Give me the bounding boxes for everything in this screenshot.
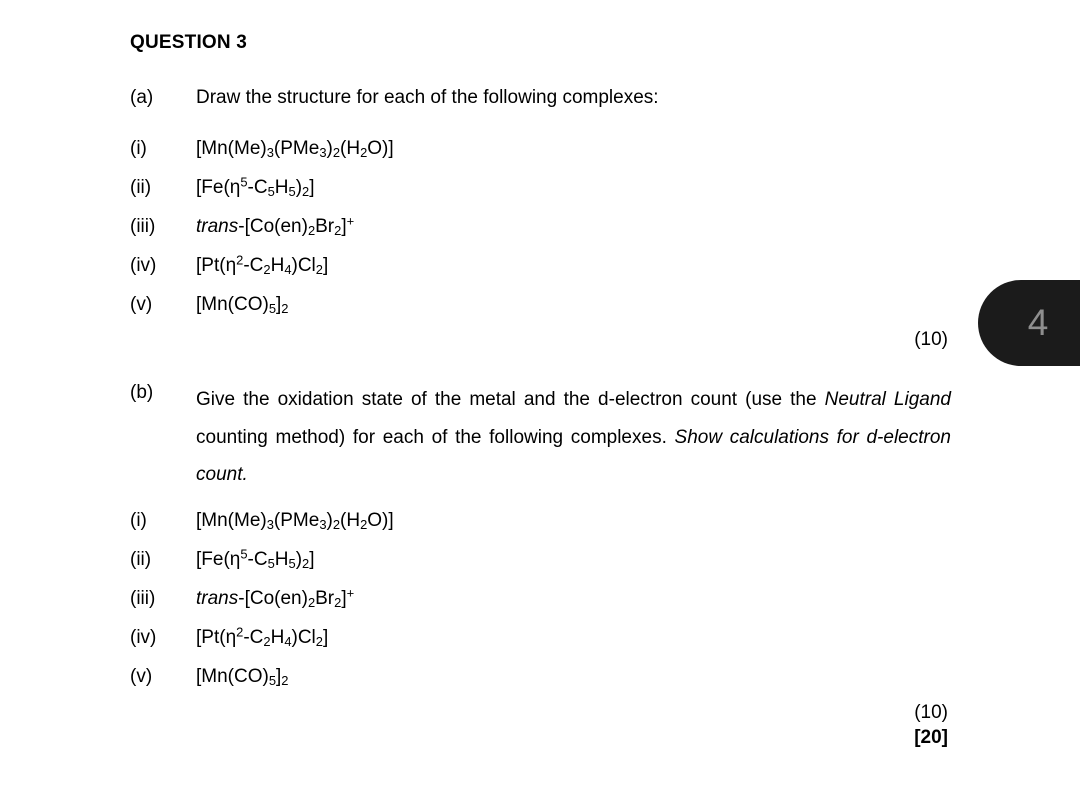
part-b-formula-item: (iii) trans-[Co(en)2Br2]+ <box>130 585 355 610</box>
part-b-formula-item: (iv) [Pt(η2-C2H4)Cl2] <box>130 624 329 649</box>
part-b-formula-item-marker: (i) <box>130 510 147 531</box>
part-b-marker: (b) <box>130 382 154 403</box>
part-b-formula-item-marker: (v) <box>130 666 153 687</box>
part-b-prompt-row: (b) Give the oxidation state of the meta… <box>130 381 960 494</box>
exam-page: QUESTION 3 (a) Draw the structure for ea… <box>0 0 1080 791</box>
part-b-text-run: Give the oxidation state of the metal an… <box>196 389 825 410</box>
part-b-formula-item: (ii) [Fe(η5-C5H5)2] <box>130 546 315 571</box>
part-b-formula-item-formula: [Mn(CO)5]2 <box>196 666 289 688</box>
page-number-label: 4 <box>1027 301 1049 343</box>
part-a-formula-item-formula: [Pt(η2-C2H4)Cl2] <box>196 252 329 277</box>
part-a-formula-item: (iii) trans-[Co(en)2Br2]+ <box>130 213 355 238</box>
part-a-formula-item: (v) [Mn(CO)5]2 <box>130 294 288 316</box>
part-b-formula-item: (i) [Mn(Me)3(PMe3)2(H2O)] <box>130 510 394 532</box>
page-number-tab: 4 <box>978 280 1080 366</box>
part-a-formula-item-marker: (ii) <box>130 177 152 198</box>
part-b-marks: (10) <box>914 702 948 723</box>
part-b-formula-item-marker: (ii) <box>130 549 152 570</box>
part-b-formula-item-formula: trans-[Co(en)2Br2]+ <box>196 585 355 610</box>
part-a-prompt-text: Draw the structure for each of the follo… <box>196 87 659 108</box>
part-a-formula-item-marker: (v) <box>130 294 153 315</box>
part-a-marker: (a) <box>130 87 154 108</box>
part-a-formula-item-formula: [Fe(η5-C5H5)2] <box>196 174 315 199</box>
part-a-formula-item: (i) [Mn(Me)3(PMe3)2(H2O)] <box>130 138 394 160</box>
part-a-formula-item-marker: (iii) <box>130 216 156 237</box>
part-b-formula-item: (v) [Mn(CO)5]2 <box>130 666 288 688</box>
part-a-formula-item: (iv) [Pt(η2-C2H4)Cl2] <box>130 252 329 277</box>
total-marks: [20] <box>914 727 948 748</box>
part-a-formula-item-formula: [Mn(CO)5]2 <box>196 294 289 316</box>
part-a-prompt-row: (a) Draw the structure for each of the f… <box>130 86 960 110</box>
page-title: QUESTION 3 <box>130 32 248 53</box>
part-a-formula-item: (ii) [Fe(η5-C5H5)2] <box>130 174 315 199</box>
part-b-formula-item-marker: (iii) <box>130 588 156 609</box>
part-a-formula-item-marker: (i) <box>130 138 147 159</box>
part-a-formula-item-formula: [Mn(Me)3(PMe3)2(H2O)] <box>196 138 394 160</box>
part-a-formula-item-formula: trans-[Co(en)2Br2]+ <box>196 213 355 238</box>
part-a-marks: (10) <box>914 329 948 350</box>
part-b-formula-item-formula: [Mn(Me)3(PMe3)2(H2O)] <box>196 510 394 532</box>
part-a-formula-item-marker: (iv) <box>130 255 157 276</box>
part-b-prompt-text: Give the oxidation state of the metal an… <box>196 381 951 494</box>
part-b-formula-item-formula: [Fe(η5-C5H5)2] <box>196 546 315 571</box>
part-b-formula-item-marker: (iv) <box>130 627 157 648</box>
part-b-text-run: counting method) for each of the followi… <box>196 426 675 448</box>
part-b-text-run: Neutral Ligand <box>824 389 951 410</box>
part-b-formula-item-formula: [Pt(η2-C2H4)Cl2] <box>196 624 329 649</box>
